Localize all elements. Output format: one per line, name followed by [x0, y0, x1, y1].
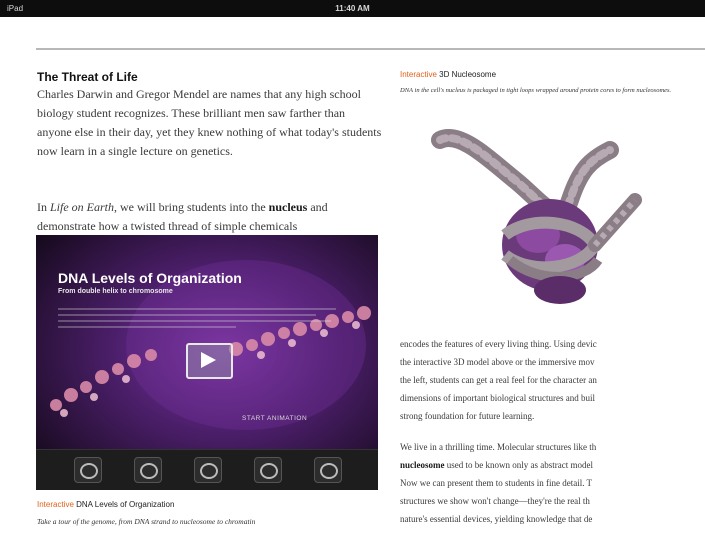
dna-thumb-icon[interactable] — [194, 457, 222, 483]
dna-video-player[interactable]: DNA Levels of Organization From double h… — [36, 235, 378, 490]
right-paragraph-1: encodes the features of every living thi… — [400, 339, 597, 421]
play-icon — [201, 352, 216, 368]
paragraph-2: In Life on Earth, we will bring students… — [37, 200, 328, 233]
header-rule — [36, 48, 705, 50]
model-description: DNA in the cell's nucleus is packaged in… — [400, 87, 672, 94]
video-description: Take a tour of the genome, from DNA stra… — [37, 517, 256, 526]
video-thumbnail-bar — [36, 449, 378, 490]
status-bar: iPad 11:40 AM — [0, 0, 705, 17]
video-caption: Interactive DNA Levels of Organization — [37, 500, 175, 509]
nucleosome-3d-model[interactable] — [420, 120, 650, 320]
video-title: DNA Levels of Organization — [58, 270, 242, 286]
article-title: The Threat of Life — [37, 70, 138, 84]
chromosome-thumb-icon[interactable] — [74, 457, 102, 483]
chromatin-thumb-icon[interactable] — [314, 457, 342, 483]
video-subtitle: From double helix to chromosome — [58, 288, 173, 295]
nucleosome-thumb-icon[interactable] — [134, 457, 162, 483]
start-animation-button[interactable]: START ANIMATION — [242, 415, 307, 422]
paragraph-1: Charles Darwin and Gregor Mendel are nam… — [37, 87, 382, 158]
right-paragraph-2: We live in a thrilling time. Molecular s… — [400, 442, 597, 524]
helix-thumb-icon[interactable] — [254, 457, 282, 483]
play-button[interactable] — [186, 343, 233, 379]
model-caption: Interactive 3D Nucleosome — [400, 70, 497, 79]
clock: 11:40 AM — [335, 4, 370, 13]
